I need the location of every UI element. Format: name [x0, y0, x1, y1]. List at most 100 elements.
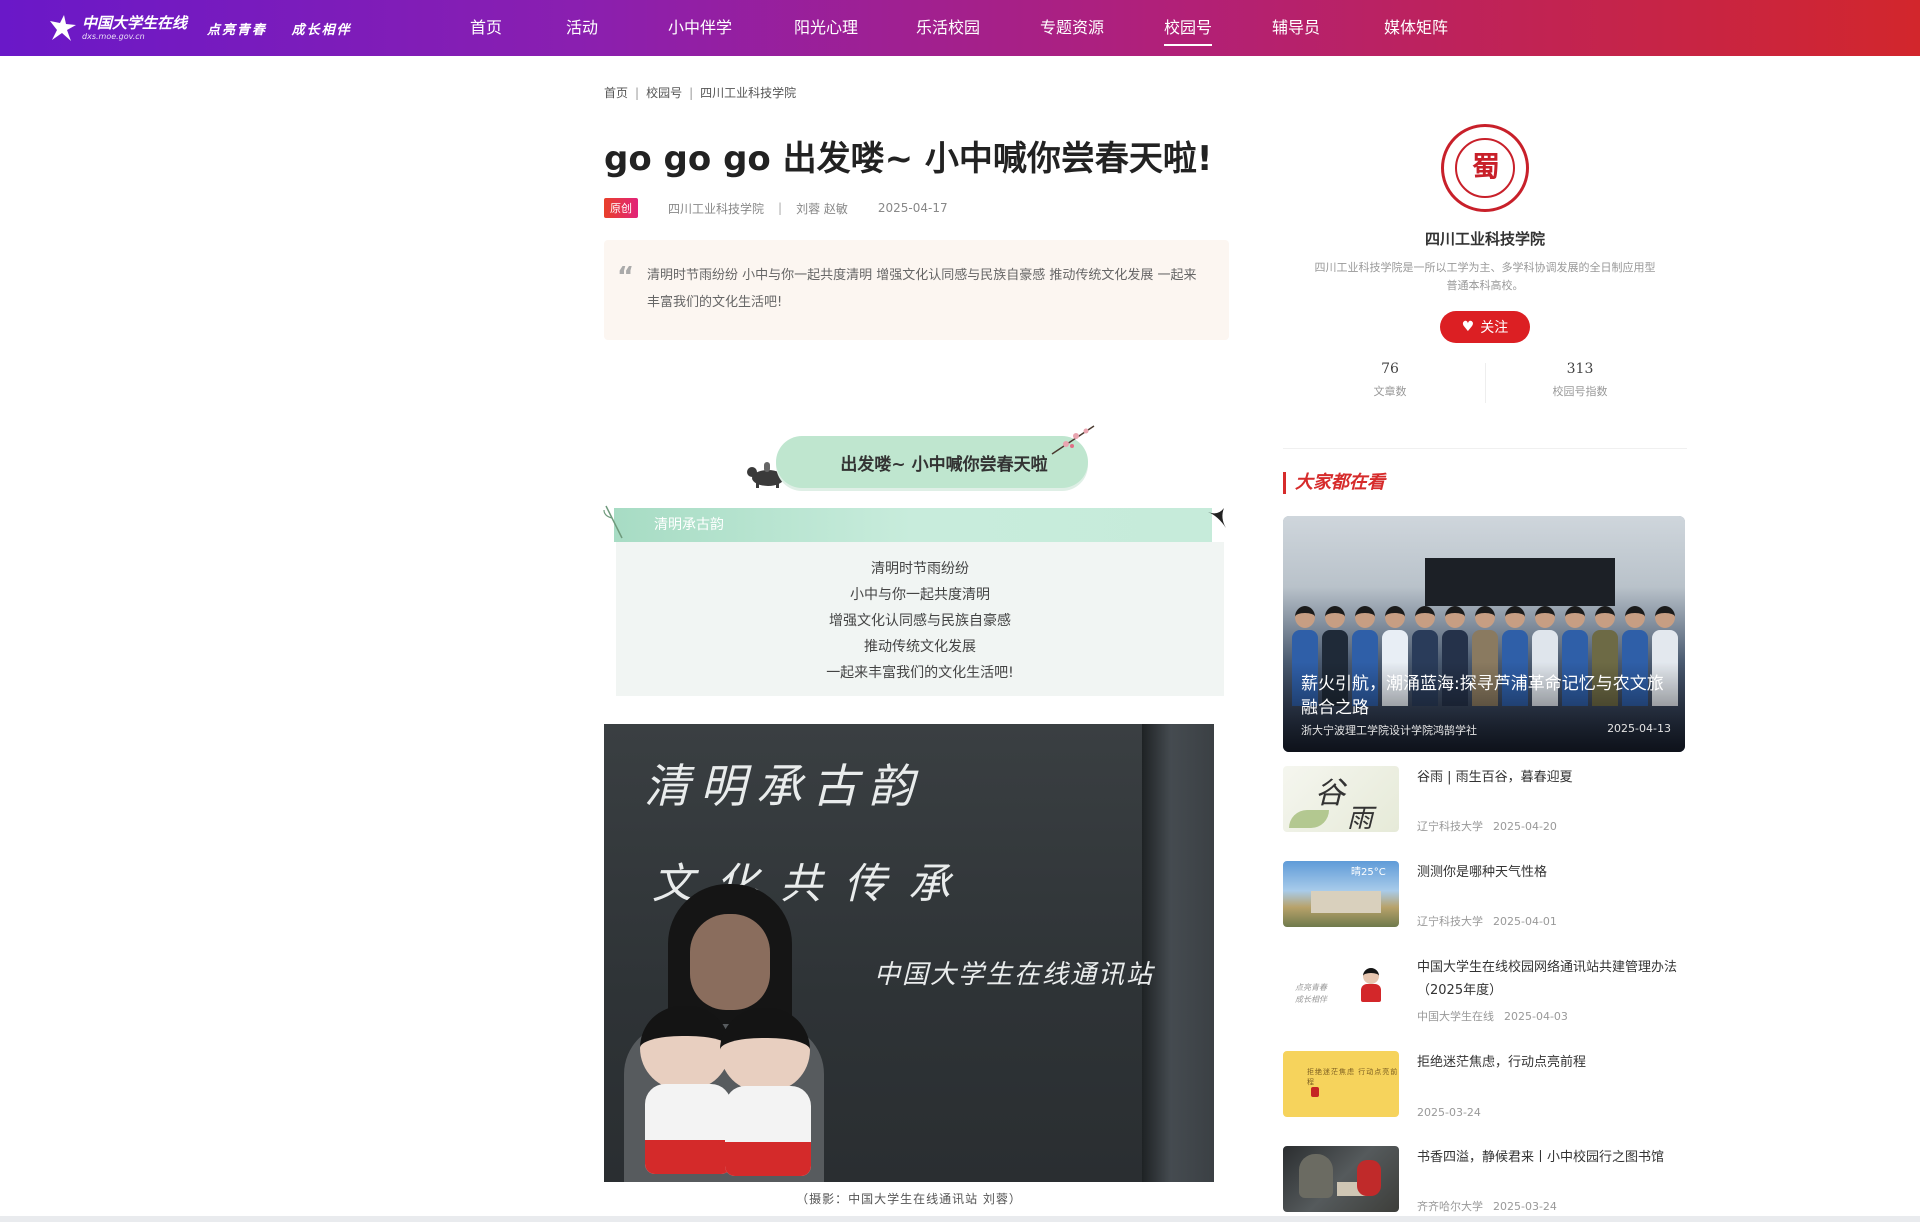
list-item[interactable]: 晴25°C 测测你是哪种天气性格 辽宁科技大学 2025-04-01 [1283, 861, 1687, 956]
banner-text: 出发喽~ 小中喊你尝春天啦 [776, 436, 1088, 488]
nav-item[interactable]: 首页 [470, 0, 502, 56]
article-title: go go go 出发喽~ 小中喊你尝春天啦! [604, 139, 1213, 179]
news-meta: 2025-03-24 [1417, 1106, 1481, 1119]
logo-slogan: 点亮青春 成长相伴 [207, 19, 352, 38]
stat-label: 校园号指数 [1552, 385, 1608, 398]
news-date: 2025-04-01 [1493, 915, 1557, 928]
news-title[interactable]: 中国大学生在线校园网络通讯站共建管理办法（2025年度） [1417, 956, 1687, 1002]
news-title[interactable]: 谷雨 | 雨生百谷，暮春迎夏 [1417, 766, 1687, 789]
mascot-icon [1357, 968, 1385, 1008]
nav-item[interactable]: 媒体矩阵 [1384, 0, 1448, 56]
section-line: 清明时节雨纷纷 [871, 561, 969, 577]
news-meta: 辽宁科技大学 2025-04-20 [1417, 818, 1557, 834]
news-thumbnail[interactable]: 谷 雨 [1283, 766, 1399, 832]
follow-button[interactable]: ♥ 关注 [1440, 311, 1530, 343]
site-logo[interactable]: 中国大学生在线 dxs.moe.gov.cn 点亮青春 成长相伴 [46, 12, 352, 44]
news-source: 辽宁科技大学 [1417, 820, 1483, 833]
news-title[interactable]: 拒绝迷茫焦虑，行动点亮前程 [1417, 1051, 1687, 1074]
nav-item[interactable]: 乐活校园 [916, 0, 980, 56]
article-authors: 刘蓉 赵敏 [796, 201, 848, 216]
news-title[interactable]: 测测你是哪种天气性格 [1417, 861, 1687, 884]
school-name[interactable]: 四川工业科技学院 [1283, 228, 1687, 249]
breadcrumb-campus-account[interactable]: 校园号 [646, 84, 682, 101]
original-badge: 原创 [604, 198, 638, 218]
photo-caption: （摄影：中国大学生在线通讯站 刘蓉） [796, 1192, 1022, 1206]
logo-name: 中国大学生在线 [82, 13, 188, 32]
news-source: 辽宁科技大学 [1417, 915, 1483, 928]
article-photo: 清明承古韵 文化共传承 中国大学生在线通讯站 [604, 724, 1214, 1182]
blossom-icon [1051, 425, 1095, 455]
nav-item[interactable]: 专题资源 [1040, 0, 1104, 56]
thumb-text: 点亮青春 [1295, 983, 1327, 992]
chalk-text: 中国大学生在线通讯站 [874, 960, 1155, 990]
news-thumbnail[interactable]: 点亮青春 成长相伴 [1283, 956, 1399, 1022]
school-seal-icon: 蜀 [1471, 150, 1500, 183]
seal-icon [1311, 1087, 1319, 1097]
article: go go go 出发喽~ 小中喊你尝春天啦! 原创 四川工业科技学院 | 刘蓉… [604, 134, 1229, 340]
list-item[interactable]: 拒绝迷茫焦虑 行动点亮前程 拒绝迷茫焦虑，行动点亮前程 2025-03-24 [1283, 1051, 1687, 1146]
article-meta: 原创 四川工业科技学院 | 刘蓉 赵敏 2025-04-17 [604, 198, 1229, 218]
section-line: 推动传统文化发展 [864, 639, 976, 655]
school-logo[interactable]: 蜀 [1441, 124, 1529, 212]
hot-section-title: 大家都在看 [1283, 472, 1385, 494]
featured-title[interactable]: 薪火引航，潮涌蓝海:探寻芦浦革命记忆与农文旅融合之路 [1301, 672, 1671, 720]
stat-value: 76 [1381, 361, 1399, 377]
featured-date: 2025-04-13 [1607, 722, 1671, 735]
list-item[interactable]: 点亮青春 成长相伴 中国大学生在线校园网络通讯站共建管理办法（2025年度） 中国… [1283, 956, 1687, 1051]
summary-text: 清明时节雨纷纷 小中与你一起共度清明 增强文化认同感与民族自豪感 推动传统文化发… [647, 268, 1197, 310]
section-body: 清明时节雨纷纷 小中与你一起共度清明 增强文化认同感与民族自豪感 推动传统文化发… [616, 542, 1224, 696]
featured-source: 浙大宁波理工学院设计学院鸿鹄学社 [1301, 724, 1477, 737]
news-meta: 中国大学生在线 2025-04-03 [1417, 1008, 1568, 1024]
horizontal-scrollbar[interactable] [0, 1216, 1920, 1222]
news-thumbnail[interactable]: 拒绝迷茫焦虑 行动点亮前程 [1283, 1051, 1399, 1117]
section-line: 增强文化认同感与民族自豪感 [829, 613, 1011, 629]
school-description: 四川工业科技学院是一所以工学为主、多学科协调发展的全日制应用型普通本科高校。 [1314, 261, 1656, 292]
breadcrumb-home[interactable]: 首页 [604, 84, 628, 101]
stat-articles: 76 文章数 [1295, 361, 1485, 399]
list-item[interactable]: 谷 雨 谷雨 | 雨生百谷，暮春迎夏 辽宁科技大学 2025-04-20 [1283, 766, 1687, 861]
school-profile-card: 蜀 四川工业科技学院 四川工业科技学院是一所以工学为主、多学科协调发展的全日制应… [1283, 124, 1687, 403]
stat-value: 313 [1566, 361, 1594, 377]
nav-item[interactable]: 校园号 [1164, 0, 1213, 56]
list-item[interactable]: 书香四溢，静候君来丨小中校园行之图书馆 齐齐哈尔大学 2025-03-24 [1283, 1146, 1687, 1222]
logo-star-icon [46, 13, 78, 43]
news-date: 2025-03-24 [1417, 1106, 1481, 1119]
follow-label: 关注 [1480, 320, 1509, 336]
news-date: 2025-04-03 [1504, 1010, 1568, 1023]
swallow-icon [1208, 508, 1226, 528]
breadcrumb-school[interactable]: 四川工业科技学院 [700, 84, 796, 101]
hot-news-list: 谷 雨 谷雨 | 雨生百谷，暮春迎夏 辽宁科技大学 2025-04-20 晴25°… [1283, 766, 1687, 1222]
featured-article[interactable]: 薪火引航，潮涌蓝海:探寻芦浦革命记忆与农文旅融合之路 浙大宁波理工学院设计学院鸿… [1283, 516, 1685, 752]
news-date: 2025-03-24 [1493, 1200, 1557, 1213]
thumb-text: 晴25°C [1351, 867, 1386, 878]
thumb-text: 拒绝迷茫焦虑 行动点亮前程 [1307, 1068, 1399, 1086]
news-thumbnail[interactable] [1283, 1146, 1399, 1212]
nav-item[interactable]: 辅导员 [1272, 0, 1320, 56]
profile-stats: 76 文章数 313 校园号指数 [1283, 361, 1687, 403]
section-line: 小中与你一起共度清明 [850, 587, 990, 603]
news-meta: 辽宁科技大学 2025-04-01 [1417, 913, 1557, 929]
news-source: 中国大学生在线 [1417, 1010, 1494, 1023]
leaf-icon [603, 505, 623, 539]
stat-label: 文章数 [1373, 385, 1407, 398]
chalk-text: 清明承古韵 [644, 759, 924, 813]
news-meta: 齐齐哈尔大学 2025-03-24 [1417, 1198, 1557, 1214]
thumb-text: 谷 [1315, 776, 1345, 811]
news-title[interactable]: 书香四溢，静候君来丨小中校园行之图书馆 [1417, 1146, 1687, 1169]
stat-index: 313 校园号指数 [1485, 361, 1675, 403]
slogan-part: 成长相伴 [291, 22, 352, 38]
top-navigation-bar: 中国大学生在线 dxs.moe.gov.cn 点亮青春 成长相伴 首页 活动 小中伴… [0, 0, 1920, 56]
mascot-doll [720, 1008, 816, 1176]
nav-item[interactable]: 活动 [566, 0, 598, 56]
nav-item[interactable]: 阳光心理 [794, 0, 858, 56]
news-source: 齐齐哈尔大学 [1417, 1200, 1483, 1213]
news-date: 2025-04-20 [1493, 820, 1557, 833]
article-source[interactable]: 四川工业科技学院 [668, 200, 764, 217]
nav-item[interactable]: 小中伴学 [668, 0, 732, 56]
heart-icon: ♥ [1461, 319, 1475, 335]
thumb-text: 雨 [1347, 804, 1374, 832]
section-tab: 清明承古韵 [603, 505, 1226, 542]
section-line: 一起来丰富我们的文化生活吧! [826, 665, 1014, 681]
news-thumbnail[interactable]: 晴25°C [1283, 861, 1399, 927]
quote-icon: “ [617, 262, 635, 292]
